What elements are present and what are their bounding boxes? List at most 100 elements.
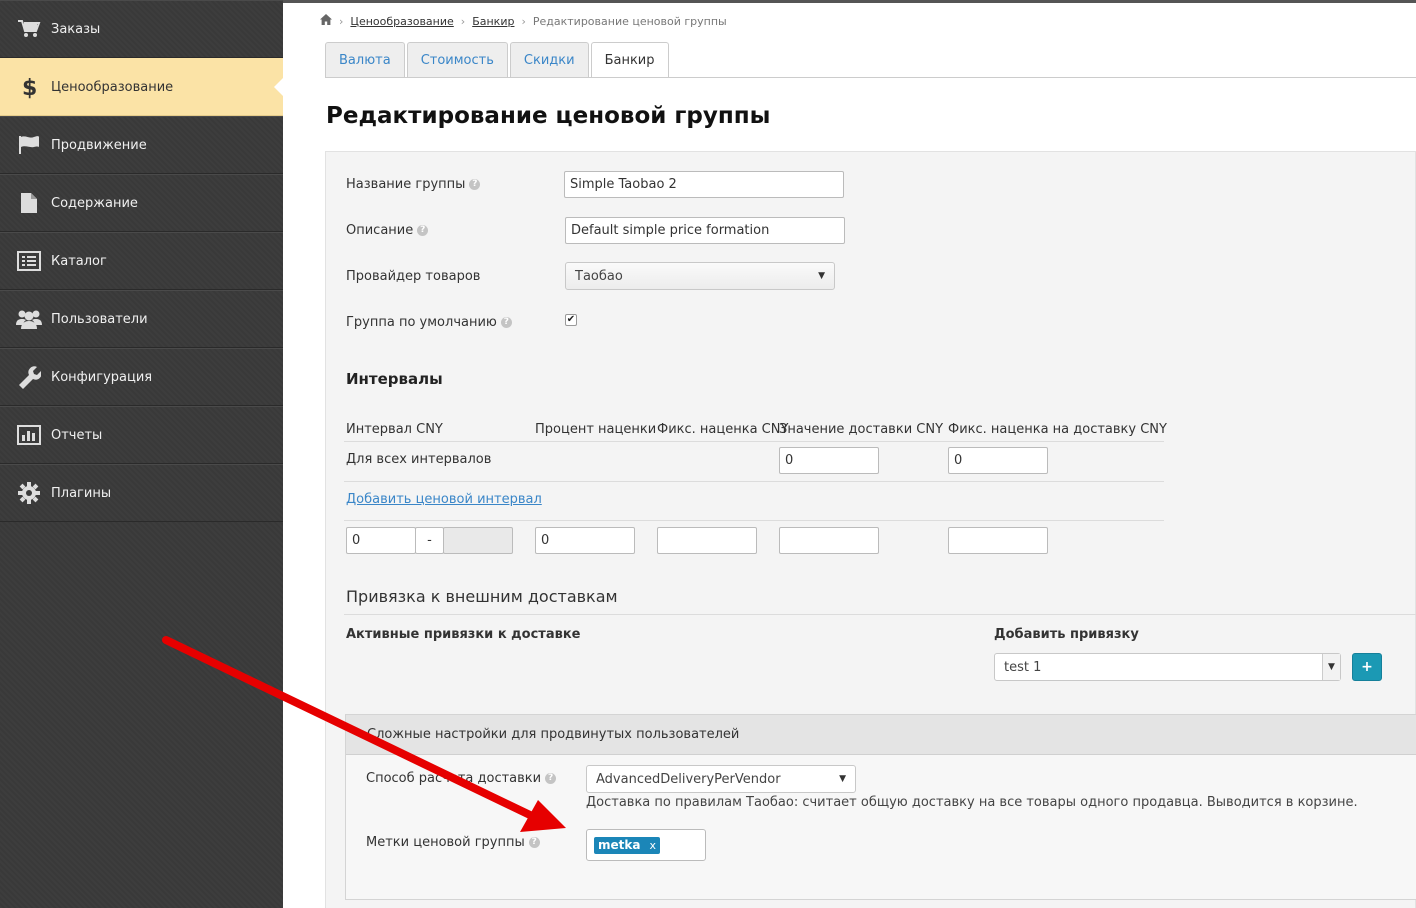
sidebar-item-label: Заказы xyxy=(51,21,101,37)
delivery-method-select[interactable]: AdvancedDeliveryPerVendor ▼ xyxy=(586,765,856,793)
sidebar-item-label: Отчеты xyxy=(51,427,103,443)
remove-tag-icon[interactable]: x xyxy=(649,839,656,852)
sidebar-item-label: Пользователи xyxy=(51,311,148,327)
sidebar-item-promotion[interactable]: Продвижение xyxy=(0,116,283,174)
tab-bankir[interactable]: Банкир xyxy=(590,42,669,78)
sidebar-item-pricing[interactable]: $ Ценообразование xyxy=(0,58,284,116)
caret-down-icon: ▼ xyxy=(1322,654,1340,680)
tab-discounts[interactable]: Скидки xyxy=(509,42,589,77)
add-binding-select[interactable]: test 1 ▼ xyxy=(994,653,1341,681)
sidebar-item-label: Плагины xyxy=(51,485,112,501)
description-input[interactable]: Default simple price formation xyxy=(565,217,845,244)
default-group-label: Группа по умолчанию? xyxy=(346,315,512,330)
sidebar-item-label: Каталог xyxy=(51,253,107,269)
breadcrumb-separator: › xyxy=(339,14,344,28)
provider-select[interactable]: Таобао ▼ xyxy=(565,262,835,290)
sidebar-item-plugins[interactable]: Плагины xyxy=(0,464,283,522)
wrench-icon xyxy=(16,364,42,390)
sidebar-item-configuration[interactable]: Конфигурация xyxy=(0,348,283,406)
all-delivery-fixed-input[interactable]: 0 xyxy=(948,447,1048,474)
tab-cost[interactable]: Стоимость xyxy=(406,42,508,77)
interval-delivery-fixed-input[interactable] xyxy=(948,527,1048,554)
sidebar: Заказы $ Ценообразование Продвижение Сод… xyxy=(0,0,284,908)
edit-price-group-form: Название группы? Simple Taobao 2 Описани… xyxy=(325,151,1416,908)
col-fixed: Фикс. наценка CNY xyxy=(657,422,789,437)
provider-select-value: Таобао xyxy=(575,268,623,284)
cart-icon xyxy=(16,16,42,42)
add-price-interval-link[interactable]: Добавить ценовой интервал xyxy=(346,492,542,507)
interval-dash: - xyxy=(415,527,444,554)
section-divider xyxy=(344,614,1416,615)
add-binding-select-value: test 1 xyxy=(1004,659,1042,675)
tab-currency[interactable]: Валюта xyxy=(325,42,405,77)
default-group-checkbox[interactable]: ✔ xyxy=(565,314,577,326)
price-group-tags-label-text: Метки ценовой группы xyxy=(366,835,525,850)
tag-chip-label: metka xyxy=(598,838,641,852)
group-name-label: Название группы? xyxy=(346,177,481,192)
sidebar-item-label: Конфигурация xyxy=(51,369,153,385)
description-label-text: Описание xyxy=(346,223,414,238)
breadcrumb-link-pricing[interactable]: Ценообразование xyxy=(350,15,453,28)
price-group-tags-input[interactable]: metka x xyxy=(586,829,706,861)
tag-chip: metka x xyxy=(594,836,660,854)
help-icon[interactable]: ? xyxy=(469,179,481,190)
table-row-divider xyxy=(344,520,1164,521)
sidebar-item-label: Содержание xyxy=(51,195,138,211)
breadcrumb-link-bankir[interactable]: Банкир xyxy=(472,15,514,28)
active-bindings-label: Активные привязки к доставке xyxy=(346,627,581,642)
group-name-input[interactable]: Simple Taobao 2 xyxy=(564,171,844,198)
group-name-label-text: Название группы xyxy=(346,177,466,192)
home-icon[interactable] xyxy=(320,14,332,28)
all-intervals-label: Для всех интервалов xyxy=(346,452,492,467)
caret-down-icon: ▼ xyxy=(839,774,846,784)
advanced-settings-header[interactable]: Сложные настройки для продвинутых пользо… xyxy=(346,715,1416,755)
intervals-heading: Интервалы xyxy=(346,370,443,388)
delivery-method-label-text: Способ расчета доставки xyxy=(366,771,542,786)
help-icon[interactable]: ? xyxy=(528,837,540,848)
tab-bar: Валюта Стоимость Скидки Банкир xyxy=(325,42,671,78)
breadcrumb-current: Редактирование ценовой группы xyxy=(532,14,727,28)
col-percent: Процент наценки xyxy=(535,422,657,437)
add-binding-button[interactable]: + xyxy=(1352,653,1382,681)
help-icon[interactable]: ? xyxy=(417,225,429,236)
interval-fixed-input[interactable] xyxy=(657,527,757,554)
list-icon xyxy=(16,248,42,274)
table-row-divider xyxy=(344,481,1164,482)
delivery-method-select-value: AdvancedDeliveryPerVendor xyxy=(596,771,781,787)
dollar-icon: $ xyxy=(16,74,42,100)
sidebar-item-content[interactable]: Содержание xyxy=(0,174,283,232)
flag-icon xyxy=(16,132,42,158)
breadcrumb-separator: › xyxy=(521,14,526,28)
interval-from-input[interactable]: 0 xyxy=(346,527,416,554)
interval-delivery-input[interactable] xyxy=(779,527,879,554)
breadcrumb-separator: › xyxy=(460,14,466,28)
description-label: Описание? xyxy=(346,223,429,238)
col-interval: Интервал CNY xyxy=(346,422,443,437)
sidebar-item-orders[interactable]: Заказы xyxy=(0,0,283,58)
external-delivery-heading: Привязка к внешним доставкам xyxy=(346,587,618,606)
provider-label: Провайдер товаров xyxy=(346,269,480,284)
table-header-divider xyxy=(344,441,1164,442)
interval-percent-input[interactable]: 0 xyxy=(535,527,635,554)
interval-to-input[interactable] xyxy=(443,527,513,554)
sidebar-item-label: Ценообразование xyxy=(51,79,174,95)
bar-chart-icon xyxy=(16,422,42,448)
help-icon[interactable]: ? xyxy=(500,317,512,328)
help-icon[interactable]: ? xyxy=(545,773,557,784)
sidebar-item-reports[interactable]: Отчеты xyxy=(0,406,283,464)
breadcrumb: › Ценообразование › Банкир › Редактирова… xyxy=(320,14,727,28)
delivery-method-label: Способ расчета доставки? xyxy=(366,771,557,786)
tab-divider xyxy=(325,77,1416,78)
price-group-tags-label: Метки ценовой группы? xyxy=(366,835,540,850)
col-delivery: Значение доставки CNY xyxy=(779,422,944,437)
page-title: Редактирование ценовой группы xyxy=(326,103,771,129)
sidebar-item-label: Продвижение xyxy=(51,137,147,153)
users-icon xyxy=(16,306,42,332)
all-delivery-value-input[interactable]: 0 xyxy=(779,447,879,474)
sidebar-item-catalog[interactable]: Каталог xyxy=(0,232,283,290)
default-group-label-text: Группа по умолчанию xyxy=(346,315,497,330)
add-binding-label: Добавить привязку xyxy=(994,627,1139,642)
delivery-method-hint: Доставка по правилам Таобао: считает общ… xyxy=(586,795,1358,810)
advanced-settings-panel: Сложные настройки для продвинутых пользо… xyxy=(345,714,1416,900)
sidebar-item-users[interactable]: Пользователи xyxy=(0,290,283,348)
